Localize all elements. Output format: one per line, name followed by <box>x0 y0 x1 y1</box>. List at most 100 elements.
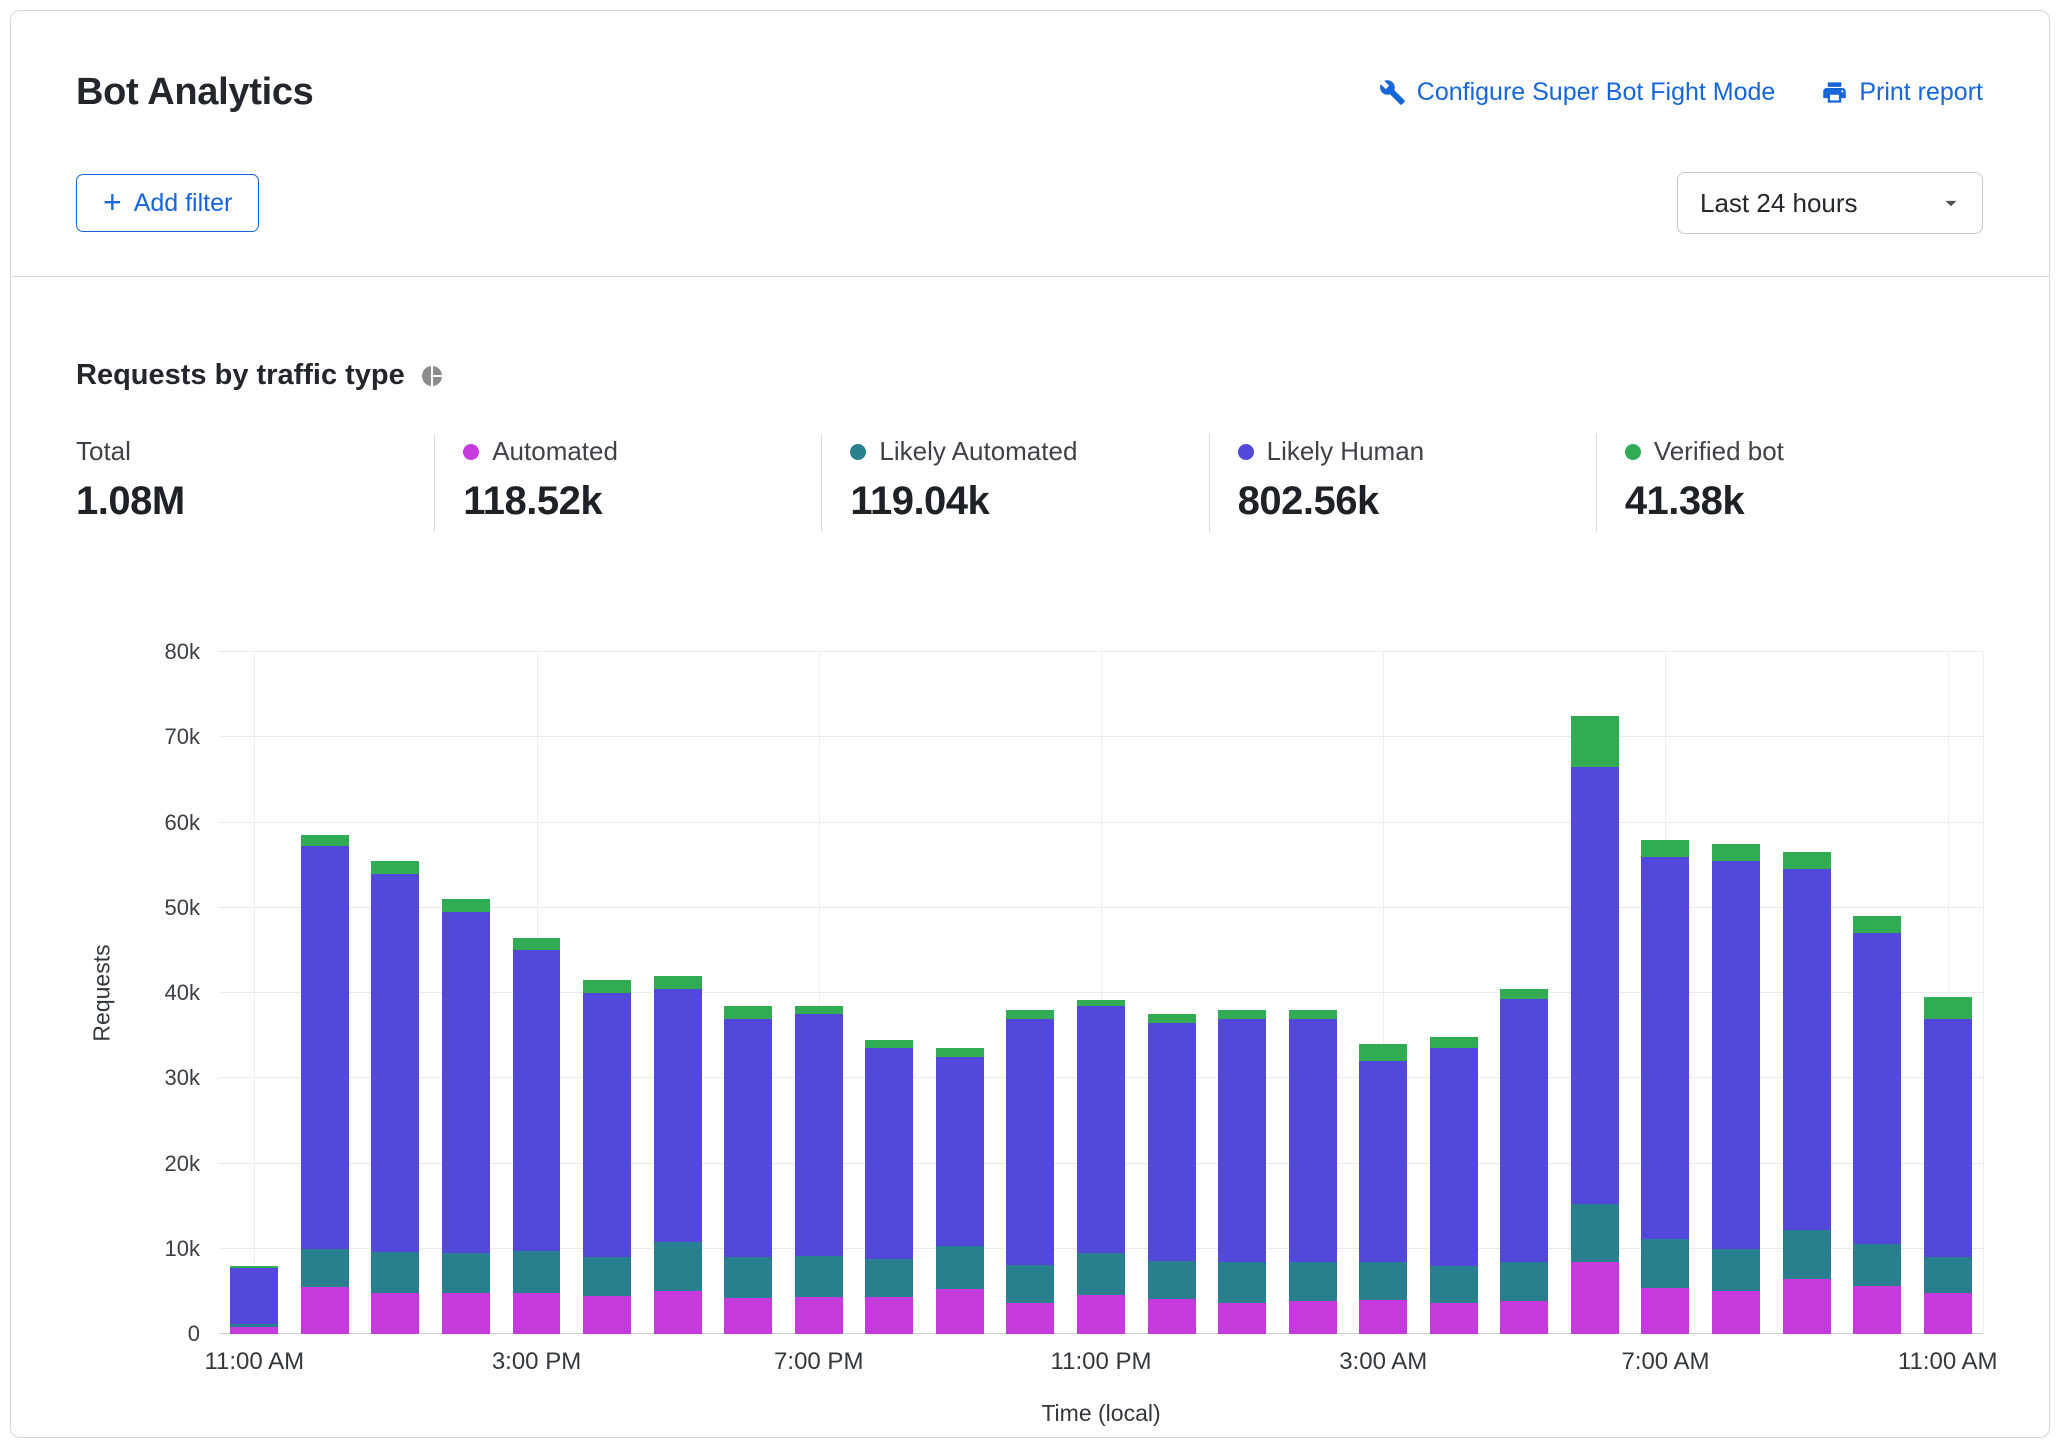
bar-segment-automated[interactable] <box>1077 1294 1125 1334</box>
bar-segment-likely-automated[interactable] <box>1218 1261 1267 1304</box>
bar-segment-likely-human[interactable] <box>935 1056 984 1247</box>
bar-segment-verified-bot[interactable] <box>441 899 490 913</box>
bar-segment-verified-bot[interactable] <box>1782 852 1831 870</box>
bar-segment-verified-bot[interactable] <box>1147 1014 1196 1023</box>
bar-segment-automated[interactable] <box>865 1297 914 1334</box>
bar-segment-likely-automated[interactable] <box>1077 1253 1125 1295</box>
bar-segment-verified-bot[interactable] <box>512 937 561 951</box>
bar-segment-verified-bot[interactable] <box>794 1005 843 1015</box>
bar-segment-automated[interactable] <box>794 1296 843 1334</box>
stat-total[interactable]: Total 1.08M <box>76 434 434 532</box>
bar-segment-likely-automated[interactable] <box>512 1251 561 1294</box>
bar-segment-automated[interactable] <box>1923 1293 1972 1334</box>
bar-segment-likely-human[interactable] <box>1429 1048 1478 1266</box>
bar-segment-automated[interactable] <box>1147 1299 1196 1334</box>
bar-segment-automated[interactable] <box>1288 1300 1337 1334</box>
stat-automated[interactable]: Automated 118.52k <box>434 434 821 532</box>
bar-segment-likely-automated[interactable] <box>653 1241 702 1292</box>
bar-segment-automated[interactable] <box>1429 1303 1478 1334</box>
bar-segment-likely-human[interactable] <box>1359 1061 1408 1262</box>
bar-segment-likely-automated[interactable] <box>1147 1260 1196 1300</box>
bar-segment-likely-human[interactable] <box>1712 860 1761 1249</box>
bar-segment-likely-automated[interactable] <box>230 1323 279 1328</box>
bar-segment-likely-human[interactable] <box>1218 1018 1267 1262</box>
bar-segment-likely-automated[interactable] <box>1641 1239 1690 1288</box>
bar-segment-likely-human[interactable] <box>1077 1005 1125 1254</box>
bar-segment-verified-bot[interactable] <box>1359 1044 1408 1062</box>
bar-segment-likely-automated[interactable] <box>1853 1243 1902 1287</box>
stat-likely-automated[interactable]: Likely Automated 119.04k <box>821 434 1208 532</box>
bar-segment-verified-bot[interactable] <box>1500 988 1549 999</box>
bar-segment-automated[interactable] <box>1500 1300 1549 1334</box>
bar-segment-automated[interactable] <box>1570 1262 1619 1334</box>
bar-segment-likely-human[interactable] <box>230 1268 279 1324</box>
bar-segment-likely-human[interactable] <box>724 1018 773 1258</box>
bar-segment-likely-automated[interactable] <box>583 1257 632 1296</box>
bar-segment-likely-human[interactable] <box>583 993 632 1258</box>
bar-segment-verified-bot[interactable] <box>1429 1037 1478 1049</box>
bar-segment-likely-human[interactable] <box>1641 856 1690 1240</box>
bar-segment-verified-bot[interactable] <box>865 1039 914 1049</box>
bar-segment-verified-bot[interactable] <box>1077 999 1125 1006</box>
bar-segment-likely-human[interactable] <box>1923 1018 1972 1258</box>
bar-segment-likely-human[interactable] <box>865 1048 914 1259</box>
add-filter-button[interactable]: + Add filter <box>76 174 260 232</box>
bar-segment-verified-bot[interactable] <box>230 1265 279 1269</box>
bar-segment-likely-automated[interactable] <box>1006 1264 1055 1304</box>
bar-segment-automated[interactable] <box>441 1293 490 1334</box>
bar-segment-automated[interactable] <box>1641 1287 1690 1334</box>
bar-segment-automated[interactable] <box>583 1295 632 1334</box>
bar-segment-likely-automated[interactable] <box>1429 1265 1478 1304</box>
print-report-link[interactable]: Print report <box>1821 78 1983 107</box>
bar-segment-likely-automated[interactable] <box>1359 1261 1408 1300</box>
bar-segment-likely-automated[interactable] <box>724 1257 773 1299</box>
configure-super-bot-fight-mode-link[interactable]: Configure Super Bot Fight Mode <box>1379 78 1775 107</box>
bar-segment-likely-automated[interactable] <box>1570 1204 1619 1263</box>
bar-segment-likely-automated[interactable] <box>371 1252 420 1294</box>
bar-segment-likely-human[interactable] <box>300 845 349 1249</box>
bar-segment-verified-bot[interactable] <box>1570 715 1619 768</box>
bar-segment-likely-automated[interactable] <box>865 1258 914 1298</box>
bar-segment-likely-automated[interactable] <box>300 1248 349 1288</box>
bar-segment-automated[interactable] <box>1712 1291 1761 1334</box>
bar-segment-verified-bot[interactable] <box>1006 1010 1055 1019</box>
bar-segment-automated[interactable] <box>653 1291 702 1334</box>
bar-segment-likely-human[interactable] <box>794 1014 843 1257</box>
bar-segment-likely-automated[interactable] <box>441 1253 490 1294</box>
bar-segment-likely-automated[interactable] <box>1923 1257 1972 1294</box>
bar-segment-verified-bot[interactable] <box>1641 839 1690 857</box>
bar-segment-automated[interactable] <box>935 1288 984 1334</box>
bar-segment-likely-automated[interactable] <box>1288 1261 1337 1301</box>
bar-segment-likely-automated[interactable] <box>935 1246 984 1289</box>
stat-likely-human[interactable]: Likely Human 802.56k <box>1208 434 1596 532</box>
bar-segment-automated[interactable] <box>1006 1303 1055 1334</box>
bar-segment-verified-bot[interactable] <box>300 835 349 846</box>
bar-segment-likely-human[interactable] <box>1853 933 1902 1244</box>
bar-segment-likely-human[interactable] <box>512 950 561 1252</box>
stat-verified-bot[interactable]: Verified bot 41.38k <box>1595 434 1983 532</box>
bar-segment-likely-automated[interactable] <box>1500 1261 1549 1301</box>
bar-segment-verified-bot[interactable] <box>583 980 632 993</box>
bar-segment-likely-automated[interactable] <box>1712 1248 1761 1292</box>
time-range-select[interactable]: Last 24 hours <box>1677 172 1983 234</box>
bar-segment-verified-bot[interactable] <box>1218 1010 1267 1019</box>
bar-segment-likely-human[interactable] <box>1288 1018 1337 1262</box>
bar-segment-verified-bot[interactable] <box>371 860 420 874</box>
bar-segment-likely-human[interactable] <box>1500 998 1549 1262</box>
bar-segment-likely-human[interactable] <box>1570 767 1619 1205</box>
bar-segment-automated[interactable] <box>1359 1299 1408 1334</box>
bar-segment-verified-bot[interactable] <box>653 975 702 989</box>
bar-segment-automated[interactable] <box>230 1327 279 1334</box>
bar-segment-likely-automated[interactable] <box>1782 1230 1831 1280</box>
bar-segment-likely-automated[interactable] <box>794 1256 843 1297</box>
bar-segment-likely-human[interactable] <box>653 988 702 1242</box>
bar-segment-verified-bot[interactable] <box>935 1048 984 1057</box>
bar-segment-automated[interactable] <box>371 1293 420 1334</box>
bar-segment-automated[interactable] <box>1218 1303 1267 1334</box>
bar-segment-automated[interactable] <box>300 1287 349 1334</box>
bar-segment-likely-human[interactable] <box>371 873 420 1253</box>
bar-segment-automated[interactable] <box>1782 1279 1831 1334</box>
bar-segment-verified-bot[interactable] <box>1288 1010 1337 1019</box>
bar-segment-verified-bot[interactable] <box>1923 997 1972 1019</box>
bar-segment-likely-human[interactable] <box>1006 1018 1055 1265</box>
